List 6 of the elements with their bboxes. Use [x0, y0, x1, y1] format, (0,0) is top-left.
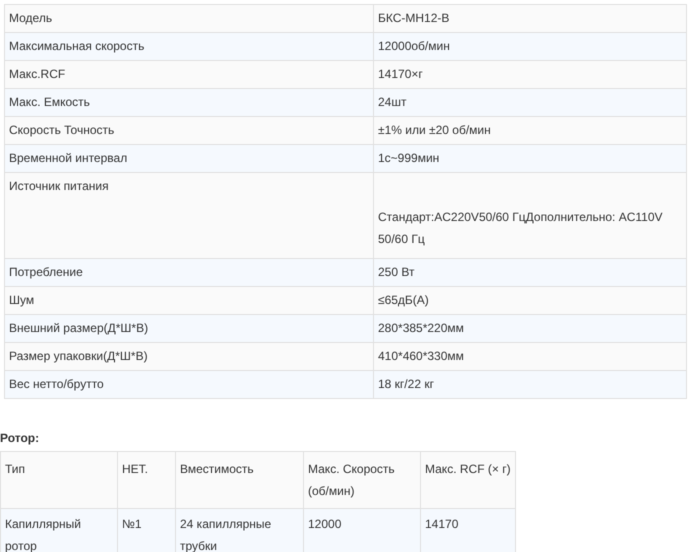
spec-value: БКС-МН12-В — [374, 4, 686, 32]
spec-label: Модель — [4, 4, 374, 32]
column-header: Тип — [0, 452, 118, 508]
spec-value: 18 кг/22 кг — [374, 370, 686, 398]
spec-label: Вес нетто/брутто — [4, 370, 374, 398]
rotor-title: Ротор: — [0, 431, 40, 445]
